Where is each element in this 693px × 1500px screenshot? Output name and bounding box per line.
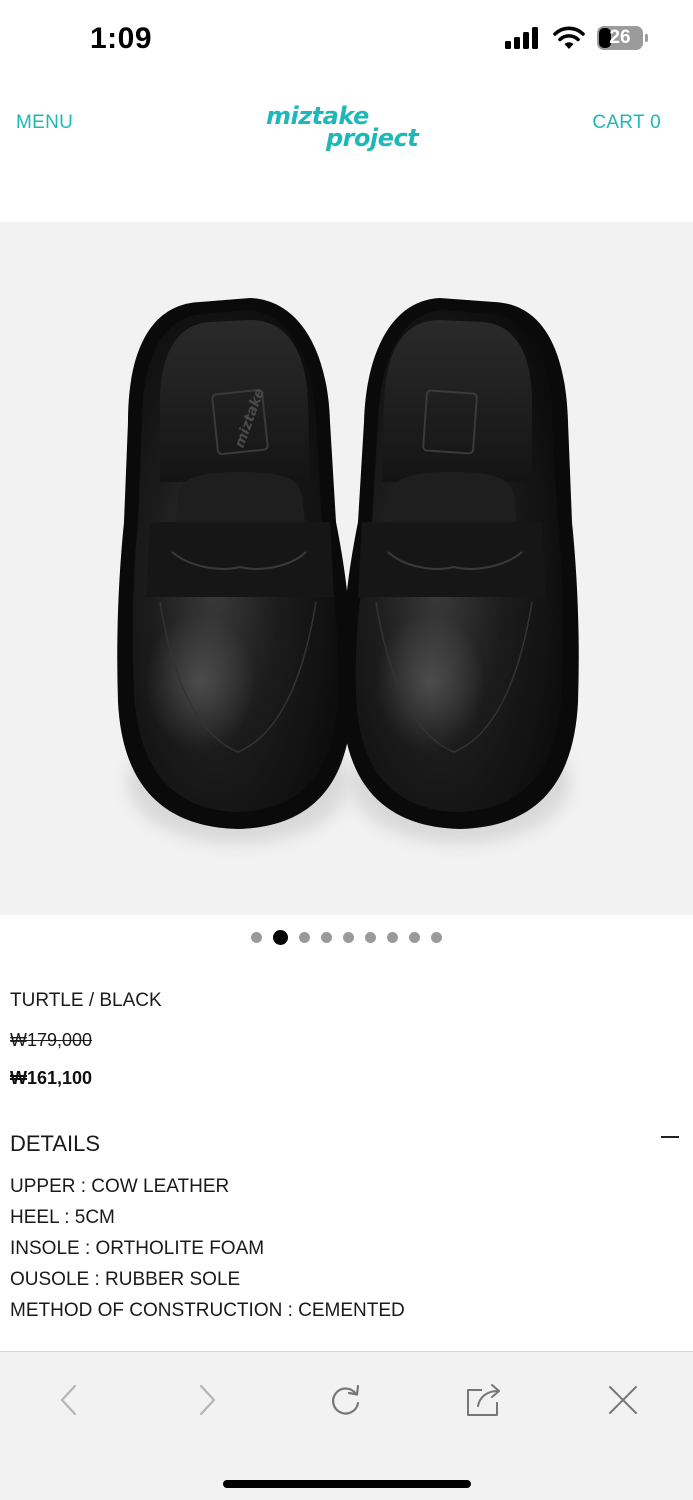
carousel-dots[interactable] xyxy=(0,929,693,945)
carousel-dot[interactable] xyxy=(365,931,376,943)
forward-icon xyxy=(199,1384,216,1416)
details-title[interactable]: DETAILS xyxy=(10,1131,100,1157)
right-shoe xyxy=(341,298,579,844)
status-icons: 26 xyxy=(505,26,648,50)
status-bar: 1:09 26 xyxy=(0,0,693,84)
browser-toolbar xyxy=(0,1351,693,1500)
carousel-dot-active[interactable] xyxy=(273,929,288,945)
carousel-dot[interactable] xyxy=(343,931,354,943)
detail-construction: METHOD OF CONSTRUCTION : CEMENTED xyxy=(10,1300,405,1321)
brand-logo[interactable]: miztake project xyxy=(262,102,432,158)
close-button[interactable] xyxy=(599,1380,647,1420)
carousel-dot[interactable] xyxy=(409,931,420,943)
collapse-minus-icon[interactable] xyxy=(661,1136,679,1138)
wifi-icon xyxy=(553,26,585,49)
carousel-dot[interactable] xyxy=(387,931,398,943)
site-header: MENU miztake project CART 0 xyxy=(0,84,693,184)
carousel-dot[interactable] xyxy=(321,931,332,943)
forward-button[interactable] xyxy=(183,1380,231,1420)
carousel-dot[interactable] xyxy=(251,931,262,943)
battery-level: 26 xyxy=(609,27,631,48)
battery-icon: 26 xyxy=(597,26,648,50)
detail-insole: INSOLE : ORTHOLITE FOAM xyxy=(10,1238,265,1259)
share-button[interactable] xyxy=(460,1380,508,1420)
share-icon xyxy=(467,1384,500,1416)
product-image[interactable]: miztake xyxy=(0,222,693,915)
detail-outsole: OUSOLE : RUBBER SOLE xyxy=(10,1269,241,1290)
carousel-dot[interactable] xyxy=(299,931,310,943)
left-shoe: miztake xyxy=(117,298,353,844)
product-name: TURTLE / BLACK xyxy=(10,990,162,1011)
carousel-dot[interactable] xyxy=(431,931,442,943)
sale-price: ₩161,100 xyxy=(10,1068,93,1088)
back-icon xyxy=(60,1384,77,1416)
logo-line-2: project xyxy=(326,124,419,152)
cellular-signal-icon xyxy=(505,27,538,49)
reload-icon xyxy=(332,1384,360,1415)
status-time: 1:09 xyxy=(90,22,153,55)
loafer-shoes-photo: miztake xyxy=(117,298,579,844)
home-indicator xyxy=(223,1480,471,1488)
detail-upper: UPPER : COW LEATHER xyxy=(10,1176,230,1197)
back-button[interactable] xyxy=(45,1380,93,1420)
close-icon xyxy=(609,1386,637,1414)
original-price: ₩179,000 xyxy=(10,1030,93,1050)
cart-button[interactable]: CART 0 xyxy=(592,112,661,134)
reload-button[interactable] xyxy=(322,1380,370,1420)
detail-heel: HEEL : 5CM xyxy=(10,1207,115,1228)
menu-button[interactable]: MENU xyxy=(16,112,73,134)
